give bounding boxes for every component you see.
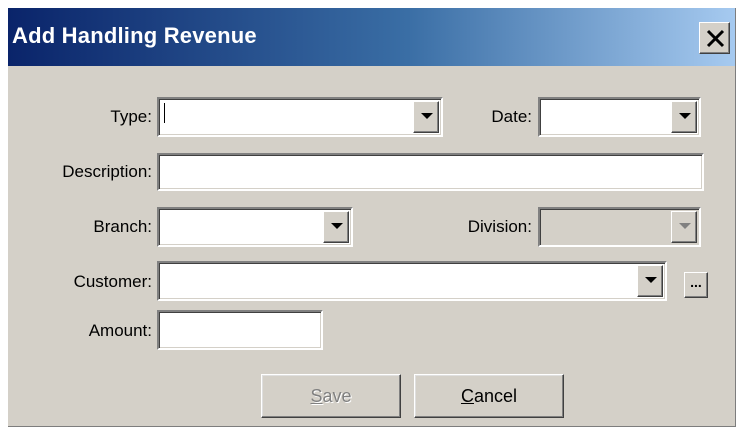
save-accesskey: S bbox=[310, 386, 323, 406]
chevron-down-icon bbox=[645, 277, 657, 283]
chevron-down-icon bbox=[421, 113, 433, 119]
cancel-accesskey: C bbox=[460, 386, 474, 406]
chevron-down-icon bbox=[679, 223, 691, 229]
close-button[interactable] bbox=[699, 22, 730, 54]
customer-dropdown-button[interactable] bbox=[637, 265, 663, 297]
branch-dropdown-button[interactable] bbox=[323, 211, 349, 243]
dialog-title: Add Handling Revenue bbox=[12, 23, 257, 48]
cancel-button[interactable]: Cancel bbox=[414, 374, 564, 418]
customer-lookup-button[interactable]: ... bbox=[684, 272, 708, 298]
title-bar[interactable]: Add Handling Revenue bbox=[8, 8, 735, 66]
date-label: Date: bbox=[491, 107, 532, 126]
close-icon bbox=[706, 29, 725, 48]
type-combobox[interactable] bbox=[157, 97, 443, 137]
amount-field[interactable] bbox=[157, 310, 323, 350]
amount-label: Amount: bbox=[88, 321, 152, 340]
date-combobox[interactable] bbox=[538, 97, 701, 137]
chevron-down-icon bbox=[331, 223, 343, 229]
save-label-rest: ave bbox=[322, 386, 352, 406]
add-handling-revenue-dialog: Add Handling Revenue Type: Date: Descrip… bbox=[8, 8, 736, 427]
division-combobox bbox=[538, 207, 701, 247]
customer-label: Customer: bbox=[73, 272, 152, 291]
text-caret bbox=[164, 103, 165, 123]
description-field[interactable] bbox=[157, 153, 704, 191]
branch-label: Branch: bbox=[93, 217, 152, 236]
cancel-label-rest: ancel bbox=[473, 386, 518, 406]
chevron-down-icon bbox=[679, 113, 691, 119]
customer-combobox[interactable] bbox=[157, 261, 667, 301]
division-label: Division: bbox=[467, 217, 532, 236]
branch-combobox[interactable] bbox=[157, 207, 353, 247]
date-dropdown-button[interactable] bbox=[671, 101, 697, 133]
save-button: Save bbox=[261, 374, 401, 418]
description-label: Description: bbox=[62, 162, 152, 181]
type-dropdown-button[interactable] bbox=[413, 101, 439, 133]
type-label: Type: bbox=[110, 107, 152, 126]
division-dropdown-button bbox=[671, 211, 697, 243]
